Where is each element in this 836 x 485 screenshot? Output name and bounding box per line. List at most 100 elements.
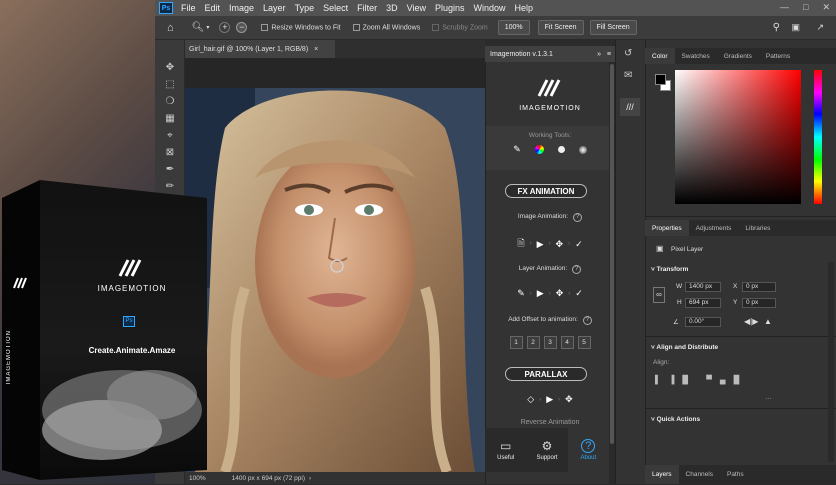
checkmark-icon[interactable]: ✓ bbox=[575, 239, 583, 250]
flip-horizontal-icon[interactable]: ◀|▶ bbox=[744, 317, 758, 326]
zoom-in-icon[interactable]: + bbox=[219, 22, 231, 33]
about-button[interactable]: ? About bbox=[567, 428, 609, 472]
menu-view[interactable]: View bbox=[407, 3, 426, 13]
width-field[interactable]: 1400 px bbox=[685, 282, 721, 292]
play-icon[interactable]: ▶ bbox=[537, 239, 544, 250]
transform-heading[interactable]: ˅ Transform bbox=[651, 266, 688, 273]
zoom-out-icon[interactable]: − bbox=[236, 22, 248, 33]
offset-3-button[interactable]: 3 bbox=[543, 336, 557, 349]
marquee-tool-icon[interactable]: ⬚ bbox=[164, 79, 176, 91]
tab-color[interactable]: Color bbox=[645, 48, 675, 64]
diamond-arrows-icon[interactable]: ◇ bbox=[527, 394, 534, 405]
link-icon[interactable]: ∞ bbox=[653, 287, 665, 303]
soft-dot-icon[interactable] bbox=[578, 145, 587, 154]
tab-layers[interactable]: Layers bbox=[645, 465, 679, 484]
frame-tool-icon[interactable]: ⊠ bbox=[164, 147, 176, 159]
menu-type[interactable]: Type bbox=[295, 3, 315, 13]
lasso-tool-icon[interactable]: ❍ bbox=[164, 96, 176, 108]
menu-select[interactable]: Select bbox=[323, 3, 348, 13]
menu-file[interactable]: File bbox=[181, 3, 196, 13]
properties-scrollbar[interactable] bbox=[828, 262, 834, 462]
tab-properties[interactable]: Properties bbox=[645, 220, 689, 236]
chevron-down-icon[interactable]: ▾ bbox=[206, 24, 209, 31]
crop-tool-icon[interactable]: ⌖ bbox=[164, 130, 176, 142]
align-distribute-heading[interactable]: ˅ Align and Distribute bbox=[651, 344, 718, 351]
scrubby-zoom-checkbox[interactable] bbox=[432, 23, 440, 31]
foreground-color-swatch[interactable] bbox=[655, 74, 666, 85]
help-icon[interactable]: ? bbox=[582, 316, 592, 325]
color-wheel-icon[interactable] bbox=[534, 145, 544, 154]
zoom-all-checkbox[interactable] bbox=[352, 23, 360, 31]
menu-window[interactable]: Window bbox=[474, 3, 506, 13]
play-icon[interactable]: ▶ bbox=[537, 288, 544, 299]
pen-icon[interactable]: ✎ bbox=[517, 288, 525, 299]
quick-actions-heading[interactable]: ˅ Quick Actions bbox=[651, 416, 700, 423]
tab-patterns[interactable]: Patterns bbox=[759, 48, 797, 64]
offset-4-button[interactable]: 4 bbox=[560, 336, 574, 349]
chevron-right-icon[interactable]: › bbox=[309, 475, 311, 482]
y-field[interactable]: 0 px bbox=[742, 298, 776, 308]
menu-layer[interactable]: Layer bbox=[263, 3, 286, 13]
panel-menu-icon[interactable]: ≡ bbox=[607, 51, 611, 58]
menu-3d[interactable]: 3D bbox=[386, 3, 398, 13]
collapse-icon[interactable]: » bbox=[597, 51, 601, 58]
close-tab-icon[interactable]: × bbox=[314, 46, 318, 53]
menu-edit[interactable]: Edit bbox=[205, 3, 221, 13]
tab-adjustments[interactable]: Adjustments bbox=[689, 220, 739, 236]
offset-1-button[interactable]: 1 bbox=[509, 336, 523, 349]
menu-plugins[interactable]: Plugins bbox=[435, 3, 465, 13]
eyedropper-tool-icon[interactable]: ✒ bbox=[164, 164, 176, 176]
flip-vertical-icon[interactable]: ▲ bbox=[764, 317, 772, 326]
scrubby-zoom-option[interactable]: Scrubby Zoom bbox=[432, 23, 488, 31]
useful-button[interactable]: ▭ Useful bbox=[485, 428, 526, 472]
document-tab[interactable]: Girl_hair.gif @ 100% (Layer 1, RGB/8) × bbox=[185, 40, 335, 58]
workspace-icon[interactable]: ▣ bbox=[791, 22, 800, 33]
help-icon[interactable]: ? bbox=[572, 265, 582, 274]
tab-gradients[interactable]: Gradients bbox=[717, 48, 759, 64]
tab-paths[interactable]: Paths bbox=[720, 465, 751, 484]
height-field[interactable]: 694 px bbox=[685, 298, 721, 308]
checkmark-icon[interactable]: ✓ bbox=[575, 288, 583, 299]
resize-windows-checkbox[interactable] bbox=[261, 23, 269, 31]
zoom-value-field[interactable]: 100% bbox=[497, 20, 530, 35]
offset-5-button[interactable]: 5 bbox=[577, 336, 591, 349]
history-icon[interactable]: ↺ bbox=[624, 48, 632, 59]
move-icon[interactable]: ✥ bbox=[556, 239, 564, 250]
reverse-animation-label[interactable]: Reverse Animation bbox=[493, 419, 607, 426]
add-file-icon[interactable]: 🗎︎ bbox=[517, 236, 524, 252]
move-icon[interactable]: ✥ bbox=[565, 394, 573, 405]
more-icon[interactable]: ··· bbox=[765, 395, 772, 402]
zoom-tool-icon[interactable]: 🔍︎ bbox=[192, 22, 205, 33]
fit-screen-button[interactable]: Fit Screen bbox=[537, 20, 584, 35]
comments-icon[interactable]: ✉ bbox=[624, 70, 632, 81]
object-select-tool-icon[interactable]: ▦ bbox=[164, 113, 176, 125]
solid-dot-icon[interactable] bbox=[557, 146, 565, 153]
parallax-button[interactable]: PARALLAX bbox=[505, 367, 587, 381]
fill-screen-button[interactable]: Fill Screen bbox=[589, 20, 637, 35]
align-buttons[interactable]: ▌▐█ ▀▄█ bbox=[655, 375, 747, 384]
offset-2-button[interactable]: 2 bbox=[526, 336, 540, 349]
search-icon[interactable]: ⚲ bbox=[773, 22, 780, 33]
home-icon[interactable]: ⌂ bbox=[167, 22, 174, 34]
scrollbar-thumb[interactable] bbox=[610, 64, 614, 444]
support-button[interactable]: ⚙ Support bbox=[526, 428, 567, 472]
menu-help[interactable]: Help bbox=[515, 3, 534, 13]
zoom-all-option[interactable]: Zoom All Windows bbox=[352, 23, 420, 31]
brush-icon[interactable]: ✎ bbox=[513, 144, 521, 155]
imagemotion-dock-icon[interactable]: /// bbox=[620, 98, 640, 116]
help-icon[interactable]: ? bbox=[573, 213, 583, 222]
play-icon[interactable]: ▶ bbox=[546, 394, 553, 405]
x-field[interactable]: 0 px bbox=[742, 282, 776, 292]
menu-filter[interactable]: Filter bbox=[357, 3, 377, 13]
move-tool-icon[interactable]: ✥ bbox=[164, 62, 176, 74]
close-icon[interactable]: ✕ bbox=[822, 2, 830, 13]
tab-swatches[interactable]: Swatches bbox=[675, 48, 717, 64]
maximize-icon[interactable]: □ bbox=[803, 2, 808, 13]
hue-slider[interactable] bbox=[814, 70, 822, 204]
fx-animation-button[interactable]: FX ANIMATION bbox=[505, 184, 587, 198]
canvas-image[interactable] bbox=[185, 88, 485, 472]
minimize-icon[interactable]: — bbox=[780, 2, 789, 13]
menu-image[interactable]: Image bbox=[229, 3, 254, 13]
angle-field[interactable]: 0.00° bbox=[685, 317, 721, 327]
tab-libraries[interactable]: Libraries bbox=[738, 220, 777, 236]
